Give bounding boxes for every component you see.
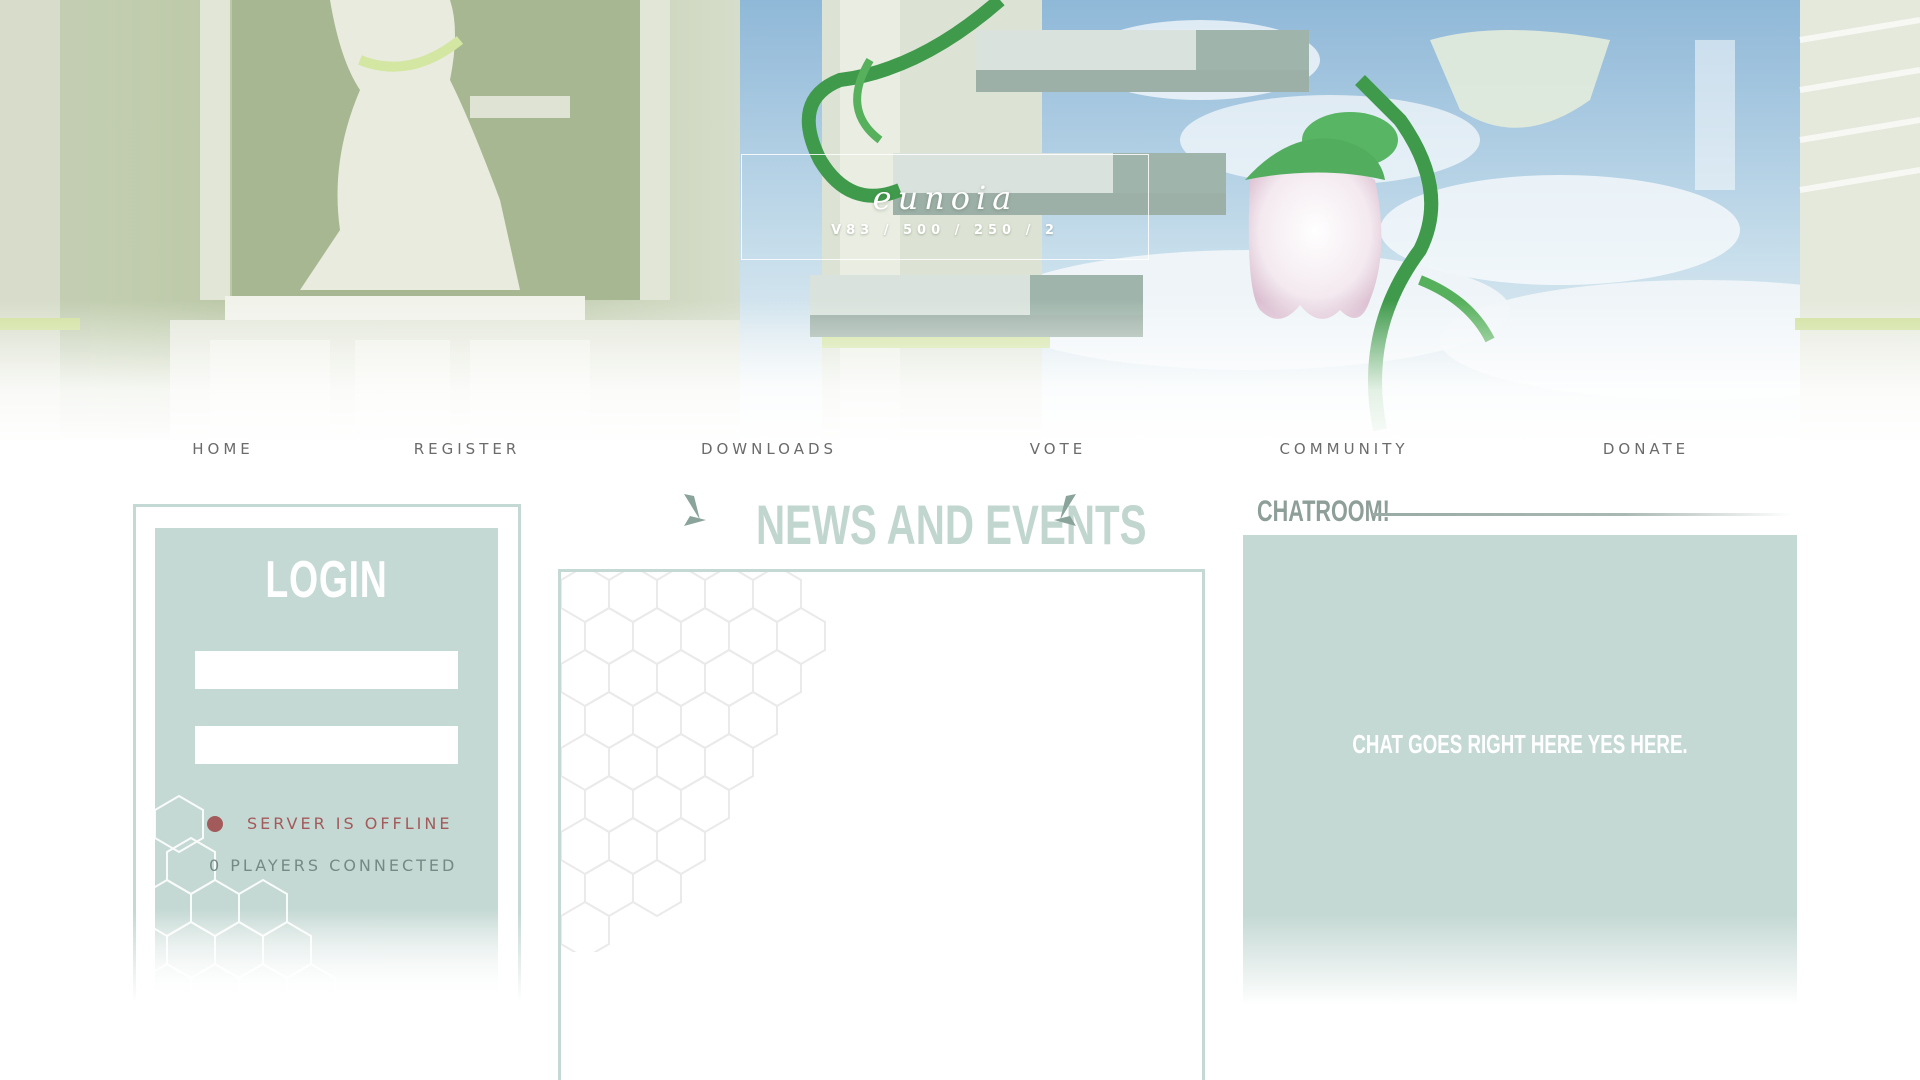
nav-community[interactable]: COMMUNITY (1279, 440, 1408, 458)
chat-placeholder: CHAT GOES RIGHT HERE YES HERE. (1352, 729, 1688, 759)
username-field[interactable] (195, 651, 458, 689)
sparkle-lines-icon (1054, 494, 1076, 526)
players-connected: 0 PLAYERS CONNECTED (209, 856, 458, 875)
main-nav: HOME REGISTER DOWNLOADS VOTE COMMUNITY D… (0, 440, 1920, 464)
nav-donate[interactable]: DONATE (1603, 440, 1689, 458)
chat-title: CHATROOM! (1257, 495, 1390, 528)
hexagon-pattern (561, 572, 826, 952)
chat-title-divider (1372, 513, 1792, 516)
page: eunoia V83 / 500 / 250 / 2 HOME REGISTER… (0, 0, 1920, 1080)
hero-banner: eunoia V83 / 500 / 250 / 2 (0, 0, 1920, 440)
site-subtitle: V83 / 500 / 250 / 2 (831, 223, 1059, 238)
sparkle-lines-icon (684, 494, 706, 526)
login-form: LOGIN SERVER IS OFFLINE 0 PLAYERS CONNEC… (155, 528, 498, 998)
status-dot-icon (207, 816, 223, 832)
news-title: NEWS AND EVENTS (755, 493, 1147, 556)
nav-home[interactable]: HOME (192, 440, 254, 458)
server-status: SERVER IS OFFLINE (247, 814, 453, 833)
hero-fade (0, 300, 1920, 440)
site-title-box: eunoia V83 / 500 / 250 / 2 (741, 154, 1149, 260)
news-feed[interactable] (558, 569, 1205, 1080)
login-title: LOGIN (265, 551, 388, 609)
news-header: NEWS AND EVENTS (680, 490, 1146, 560)
nav-register[interactable]: REGISTER (414, 440, 521, 458)
site-title: eunoia (872, 179, 1018, 217)
nav-downloads[interactable]: DOWNLOADS (701, 440, 837, 458)
nav-vote[interactable]: VOTE (1030, 440, 1086, 458)
login-panel: LOGIN SERVER IS OFFLINE 0 PLAYERS CONNEC… (132, 504, 522, 1002)
chat-panel[interactable]: CHAT GOES RIGHT HERE YES HERE. (1243, 535, 1797, 1005)
password-field[interactable] (195, 726, 458, 764)
